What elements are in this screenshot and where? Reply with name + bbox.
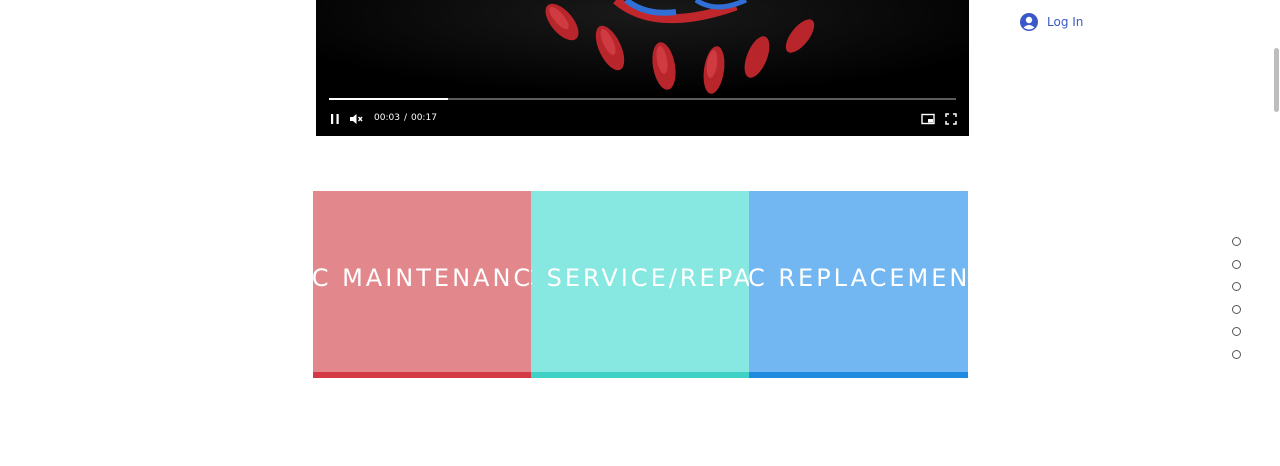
section-nav-dot[interactable] bbox=[1232, 237, 1241, 246]
current-time: 00:03 bbox=[374, 113, 400, 123]
ac-maintenance-card[interactable]: AC MAINTENANCE bbox=[313, 191, 531, 378]
fullscreen-button[interactable] bbox=[942, 110, 960, 128]
login-button[interactable]: Log In bbox=[1020, 12, 1083, 32]
progress-fill bbox=[329, 98, 449, 100]
picture-in-picture-icon bbox=[921, 113, 935, 125]
time-display: 00:03/00:17 bbox=[374, 113, 437, 124]
login-label: Log In bbox=[1047, 15, 1084, 29]
time-separator: / bbox=[403, 113, 407, 123]
scrollbar-thumb[interactable] bbox=[1274, 48, 1279, 112]
fullscreen-icon bbox=[945, 113, 957, 125]
card-title: AC SERVICE/REPAIR bbox=[531, 263, 749, 292]
muted-speaker-icon bbox=[350, 114, 363, 124]
section-nav bbox=[1232, 237, 1242, 372]
services-row: AC MAINTENANCE AC SERVICE/REPAIR AC REPL… bbox=[313, 191, 968, 378]
section-nav-dot[interactable] bbox=[1232, 259, 1241, 269]
card-title: AC MAINTENANCE bbox=[313, 263, 531, 292]
section-nav-dot[interactable] bbox=[1232, 327, 1241, 336]
picture-in-picture-button[interactable] bbox=[919, 110, 937, 128]
section-nav-dot[interactable] bbox=[1232, 349, 1241, 359]
video-progress-bar[interactable] bbox=[329, 98, 956, 101]
card-accent-bar bbox=[313, 372, 531, 378]
card-accent-bar bbox=[531, 372, 749, 378]
ac-replacement-card[interactable]: AC REPLACEMENT bbox=[749, 191, 968, 378]
user-avatar-icon bbox=[1020, 13, 1038, 31]
pause-button[interactable] bbox=[326, 110, 344, 128]
video-player[interactable]: 00:03/00:17 bbox=[316, 0, 969, 136]
scrollbar-track[interactable] bbox=[1272, 0, 1280, 466]
unmute-button[interactable] bbox=[347, 110, 365, 128]
section-nav-dot[interactable] bbox=[1232, 282, 1241, 291]
card-title: AC REPLACEMENT bbox=[749, 263, 968, 292]
duration: 00:17 bbox=[410, 113, 437, 123]
pause-icon bbox=[331, 114, 339, 124]
section-nav-dot[interactable] bbox=[1232, 304, 1241, 314]
card-accent-bar bbox=[749, 372, 968, 378]
ac-service-repair-card[interactable]: AC SERVICE/REPAIR bbox=[531, 191, 749, 378]
